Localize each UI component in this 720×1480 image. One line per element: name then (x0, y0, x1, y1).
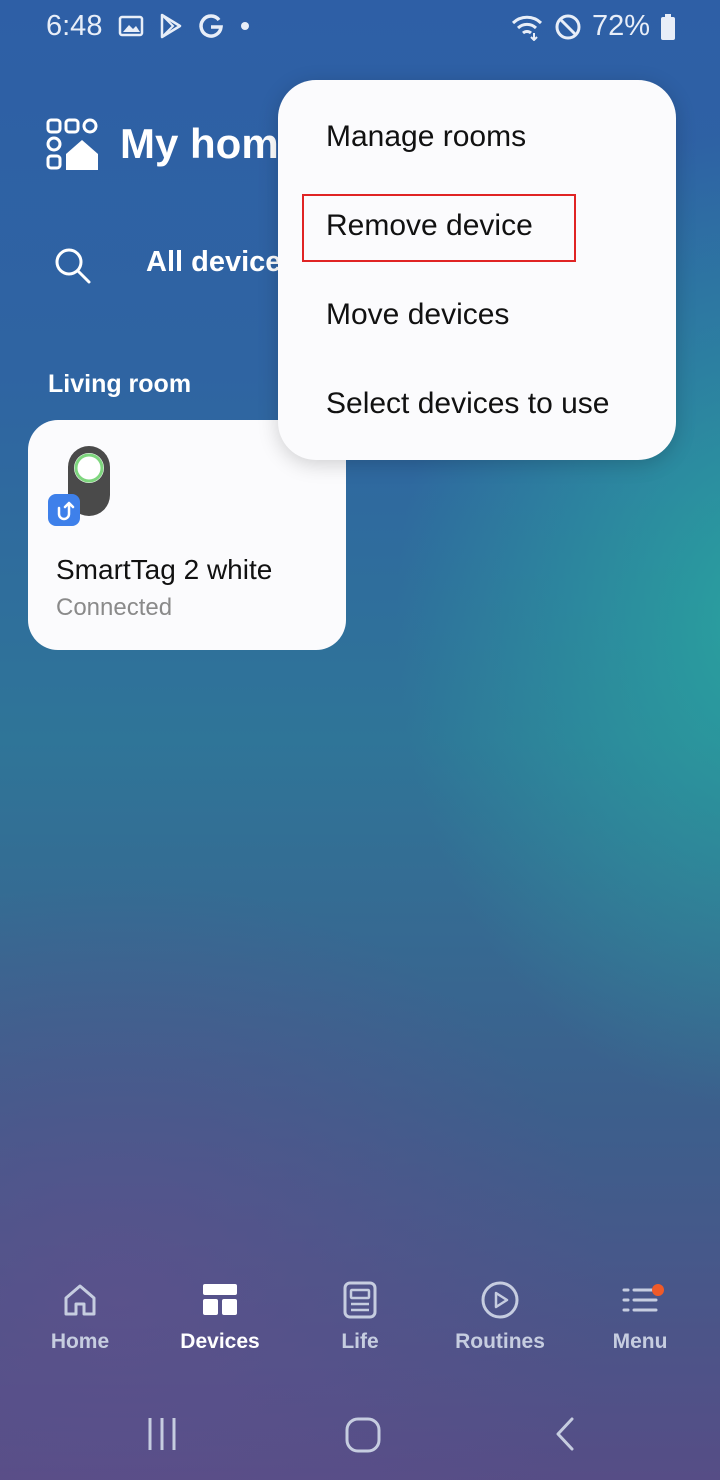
page-title[interactable]: My home (120, 120, 302, 168)
status-left-icons (118, 12, 252, 40)
system-nav-bar (0, 1400, 720, 1470)
wifi-icon (511, 15, 543, 41)
nav-home[interactable]: Home (10, 1280, 150, 1354)
room-label: Living room (48, 370, 192, 398)
dot-icon (241, 22, 249, 30)
play-circle-icon (481, 1281, 519, 1319)
home-button-icon[interactable] (344, 1416, 382, 1454)
nav-devices[interactable]: Devices (150, 1280, 290, 1354)
status-bar: 6:48 72% (0, 0, 720, 52)
nav-life-label: Life (341, 1330, 379, 1353)
gallery-icon (118, 15, 144, 37)
device-status: Connected (56, 594, 173, 621)
google-icon (199, 14, 223, 38)
life-icon (343, 1281, 377, 1319)
status-time: 6:48 (46, 10, 103, 42)
nav-home-label: Home (50, 1330, 110, 1353)
back-icon[interactable] (550, 1416, 580, 1452)
filter-all-devices[interactable]: All devices (146, 246, 298, 279)
menu-item-select-devices[interactable]: Select devices to use (326, 387, 610, 421)
search-icon[interactable] (52, 245, 92, 285)
menu-item-move-devices[interactable]: Move devices (326, 298, 509, 332)
share-badge-icon (48, 494, 80, 526)
status-right-icons: 72% (510, 10, 676, 43)
menu-item-manage-rooms[interactable]: Manage rooms (326, 120, 526, 154)
battery-icon (661, 13, 675, 40)
nav-menu-label: Menu (612, 1330, 668, 1353)
nav-devices-label: Devices (180, 1330, 260, 1353)
recents-icon[interactable] (144, 1416, 180, 1452)
home-grid-icon (46, 118, 98, 170)
nav-routines[interactable]: Routines (430, 1280, 570, 1354)
home-icon (64, 1284, 96, 1316)
nav-menu[interactable]: Menu (570, 1280, 710, 1354)
device-name: SmartTag 2 white (56, 554, 273, 585)
do-not-disturb-icon (555, 14, 581, 39)
devices-grid-icon (203, 1284, 237, 1315)
notification-dot (652, 1284, 664, 1296)
bottom-nav: Home Devices Life Routines Menu (0, 1280, 720, 1370)
options-popup-menu: Manage rooms Remove device Move devices … (278, 80, 676, 460)
play-store-icon (160, 13, 182, 39)
battery-percent: 72% (591, 10, 650, 42)
nav-life[interactable]: Life (290, 1280, 430, 1354)
highlight-box (302, 194, 576, 262)
nav-routines-label: Routines (455, 1330, 545, 1353)
